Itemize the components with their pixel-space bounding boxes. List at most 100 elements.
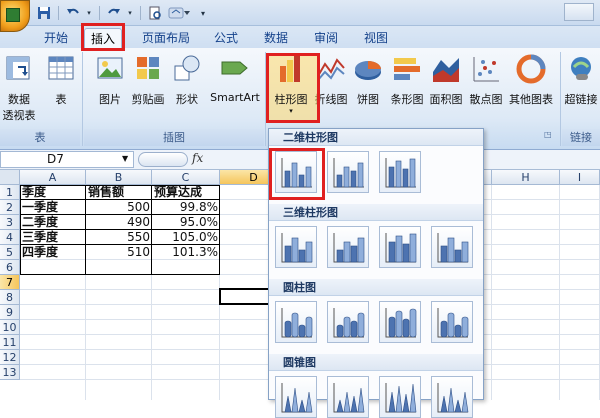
- column-chart-button[interactable]: 柱形图 ▾: [270, 54, 312, 115]
- dialog-launcher-icon[interactable]: ◳: [544, 130, 552, 139]
- gallery-item-cylinder-1[interactable]: [275, 301, 317, 343]
- excel-logo-icon: [6, 8, 20, 22]
- group-separator: [82, 52, 83, 146]
- hyperlink-button[interactable]: 超链接: [562, 54, 600, 107]
- column-header-c[interactable]: C: [152, 170, 220, 185]
- name-box[interactable]: D7: [0, 151, 134, 168]
- column-header-h[interactable]: H: [492, 170, 560, 185]
- cell-c3[interactable]: 95.0%: [152, 215, 220, 230]
- tab-formulas[interactable]: 公式: [206, 28, 246, 48]
- tab-data[interactable]: 数据: [256, 28, 296, 48]
- row-header-5[interactable]: 5: [0, 245, 20, 260]
- clipart-button[interactable]: 剪贴画: [130, 54, 166, 107]
- gallery-item-flat-3[interactable]: [379, 151, 421, 193]
- cell-a1[interactable]: 季度: [20, 185, 86, 200]
- column-header-b[interactable]: B: [86, 170, 152, 185]
- shapes-icon: [174, 55, 200, 81]
- other-charts-button[interactable]: 其他图表: [506, 54, 556, 107]
- cell-a3[interactable]: 二季度: [20, 215, 86, 230]
- window-control[interactable]: [564, 3, 594, 21]
- row-header-3[interactable]: 3: [0, 215, 20, 230]
- picture-icon: [97, 57, 123, 79]
- cell-c2[interactable]: 99.8%: [152, 200, 220, 215]
- select-all-corner[interactable]: [0, 170, 20, 185]
- cell-b2[interactable]: 500: [86, 200, 152, 215]
- row-header-8[interactable]: 8: [0, 290, 20, 305]
- tab-review[interactable]: 审阅: [306, 28, 346, 48]
- cell-a2[interactable]: 一季度: [20, 200, 86, 215]
- gallery-item-cylinder-3[interactable]: [379, 301, 421, 343]
- pivot-table-button[interactable]: 数据 透视表: [2, 54, 36, 123]
- smartart-button[interactable]: SmartArt: [208, 54, 262, 104]
- row-header-11[interactable]: 11: [0, 335, 20, 350]
- gallery-section-3d-column: 三维柱形图: [269, 204, 483, 221]
- cell-a5[interactable]: 四季度: [20, 245, 86, 260]
- cell-b4[interactable]: 550: [86, 230, 152, 245]
- shapes-label: 形状: [176, 93, 198, 106]
- gallery-item-cylinder-4[interactable]: [431, 301, 473, 343]
- gallery-item-cone-2[interactable]: [327, 376, 369, 418]
- tab-home[interactable]: 开始: [36, 28, 76, 48]
- qat-more-icon[interactable]: ▾: [195, 5, 211, 21]
- gallery-item-flat-2[interactable]: [327, 151, 369, 193]
- tab-page-layout[interactable]: 页面布局: [138, 28, 194, 48]
- gallery-item-box3d-3[interactable]: [379, 226, 421, 268]
- chevron-down-icon[interactable]: ▾: [85, 5, 93, 21]
- scatter-chart-icon: [473, 57, 499, 82]
- table-button[interactable]: 表: [46, 54, 76, 107]
- data-border-line: [85, 185, 86, 275]
- redo-icon[interactable]: [106, 5, 122, 21]
- cell-b5[interactable]: 510: [86, 245, 152, 260]
- customize-qat-icon[interactable]: [167, 5, 191, 21]
- cell-c4[interactable]: 105.0%: [152, 230, 220, 245]
- bar-chart-button[interactable]: 条形图: [386, 54, 428, 107]
- gallery-section-2d-column: 二维柱形图: [269, 129, 483, 146]
- gallery-item-box3d-4[interactable]: [431, 226, 473, 268]
- active-cell-d7[interactable]: [219, 288, 273, 305]
- illustrations-group-label: 插图: [84, 129, 264, 146]
- group-separator: [560, 52, 561, 146]
- column-header-i[interactable]: I: [560, 170, 600, 185]
- data-border-line: [20, 244, 220, 245]
- pie-chart-button[interactable]: 饼图: [352, 54, 384, 107]
- pie-chart-icon: [355, 61, 381, 80]
- cell-b1[interactable]: 销售额: [86, 185, 152, 200]
- row-header-13[interactable]: 13: [0, 365, 20, 380]
- links-group-label: 链接: [562, 129, 600, 146]
- row-header-7[interactable]: 7: [0, 275, 20, 290]
- row-header-1[interactable]: 1: [0, 185, 20, 200]
- other-charts-label: 其他图表: [509, 93, 553, 106]
- print-preview-icon[interactable]: [147, 5, 163, 21]
- row-header-10[interactable]: 10: [0, 320, 20, 335]
- picture-button[interactable]: 图片: [92, 54, 128, 107]
- gallery-item-box3d-2[interactable]: [327, 226, 369, 268]
- chevron-down-icon[interactable]: ▾: [126, 5, 134, 21]
- gallery-item-cone-3[interactable]: [379, 376, 421, 418]
- gallery-item-cone-1[interactable]: [275, 376, 317, 418]
- cell-a4[interactable]: 三季度: [20, 230, 86, 245]
- gallery-item-cylinder-2[interactable]: [327, 301, 369, 343]
- scatter-chart-button[interactable]: 散点图: [466, 54, 506, 107]
- gallery-item-cone-4[interactable]: [431, 376, 473, 418]
- insert-tab-highlight: [81, 23, 125, 51]
- cell-b3[interactable]: 490: [86, 215, 152, 230]
- row-header-6[interactable]: 6: [0, 260, 20, 275]
- row-header-4[interactable]: 4: [0, 230, 20, 245]
- row-header-9[interactable]: 9: [0, 305, 20, 320]
- cell-c1[interactable]: 预算达成: [152, 185, 220, 200]
- hyperlink-icon: [571, 57, 591, 80]
- undo-icon[interactable]: [65, 5, 81, 21]
- save-icon[interactable]: [36, 5, 52, 21]
- row-header-12[interactable]: 12: [0, 350, 20, 365]
- insert-function-icon[interactable]: fx: [192, 151, 203, 165]
- column-header-a[interactable]: A: [20, 170, 86, 185]
- column-chart-icon: [280, 56, 300, 82]
- cell-c5[interactable]: 101.3%: [152, 245, 220, 260]
- chevron-down-icon[interactable]: ▼: [122, 154, 128, 163]
- tab-view[interactable]: 视图: [356, 28, 396, 48]
- area-chart-button[interactable]: 面积图: [426, 54, 466, 107]
- shapes-button[interactable]: 形状: [170, 54, 204, 107]
- gallery-item-box3d-1[interactable]: [275, 226, 317, 268]
- formula-bar-divider[interactable]: [138, 152, 188, 167]
- row-header-2[interactable]: 2: [0, 200, 20, 215]
